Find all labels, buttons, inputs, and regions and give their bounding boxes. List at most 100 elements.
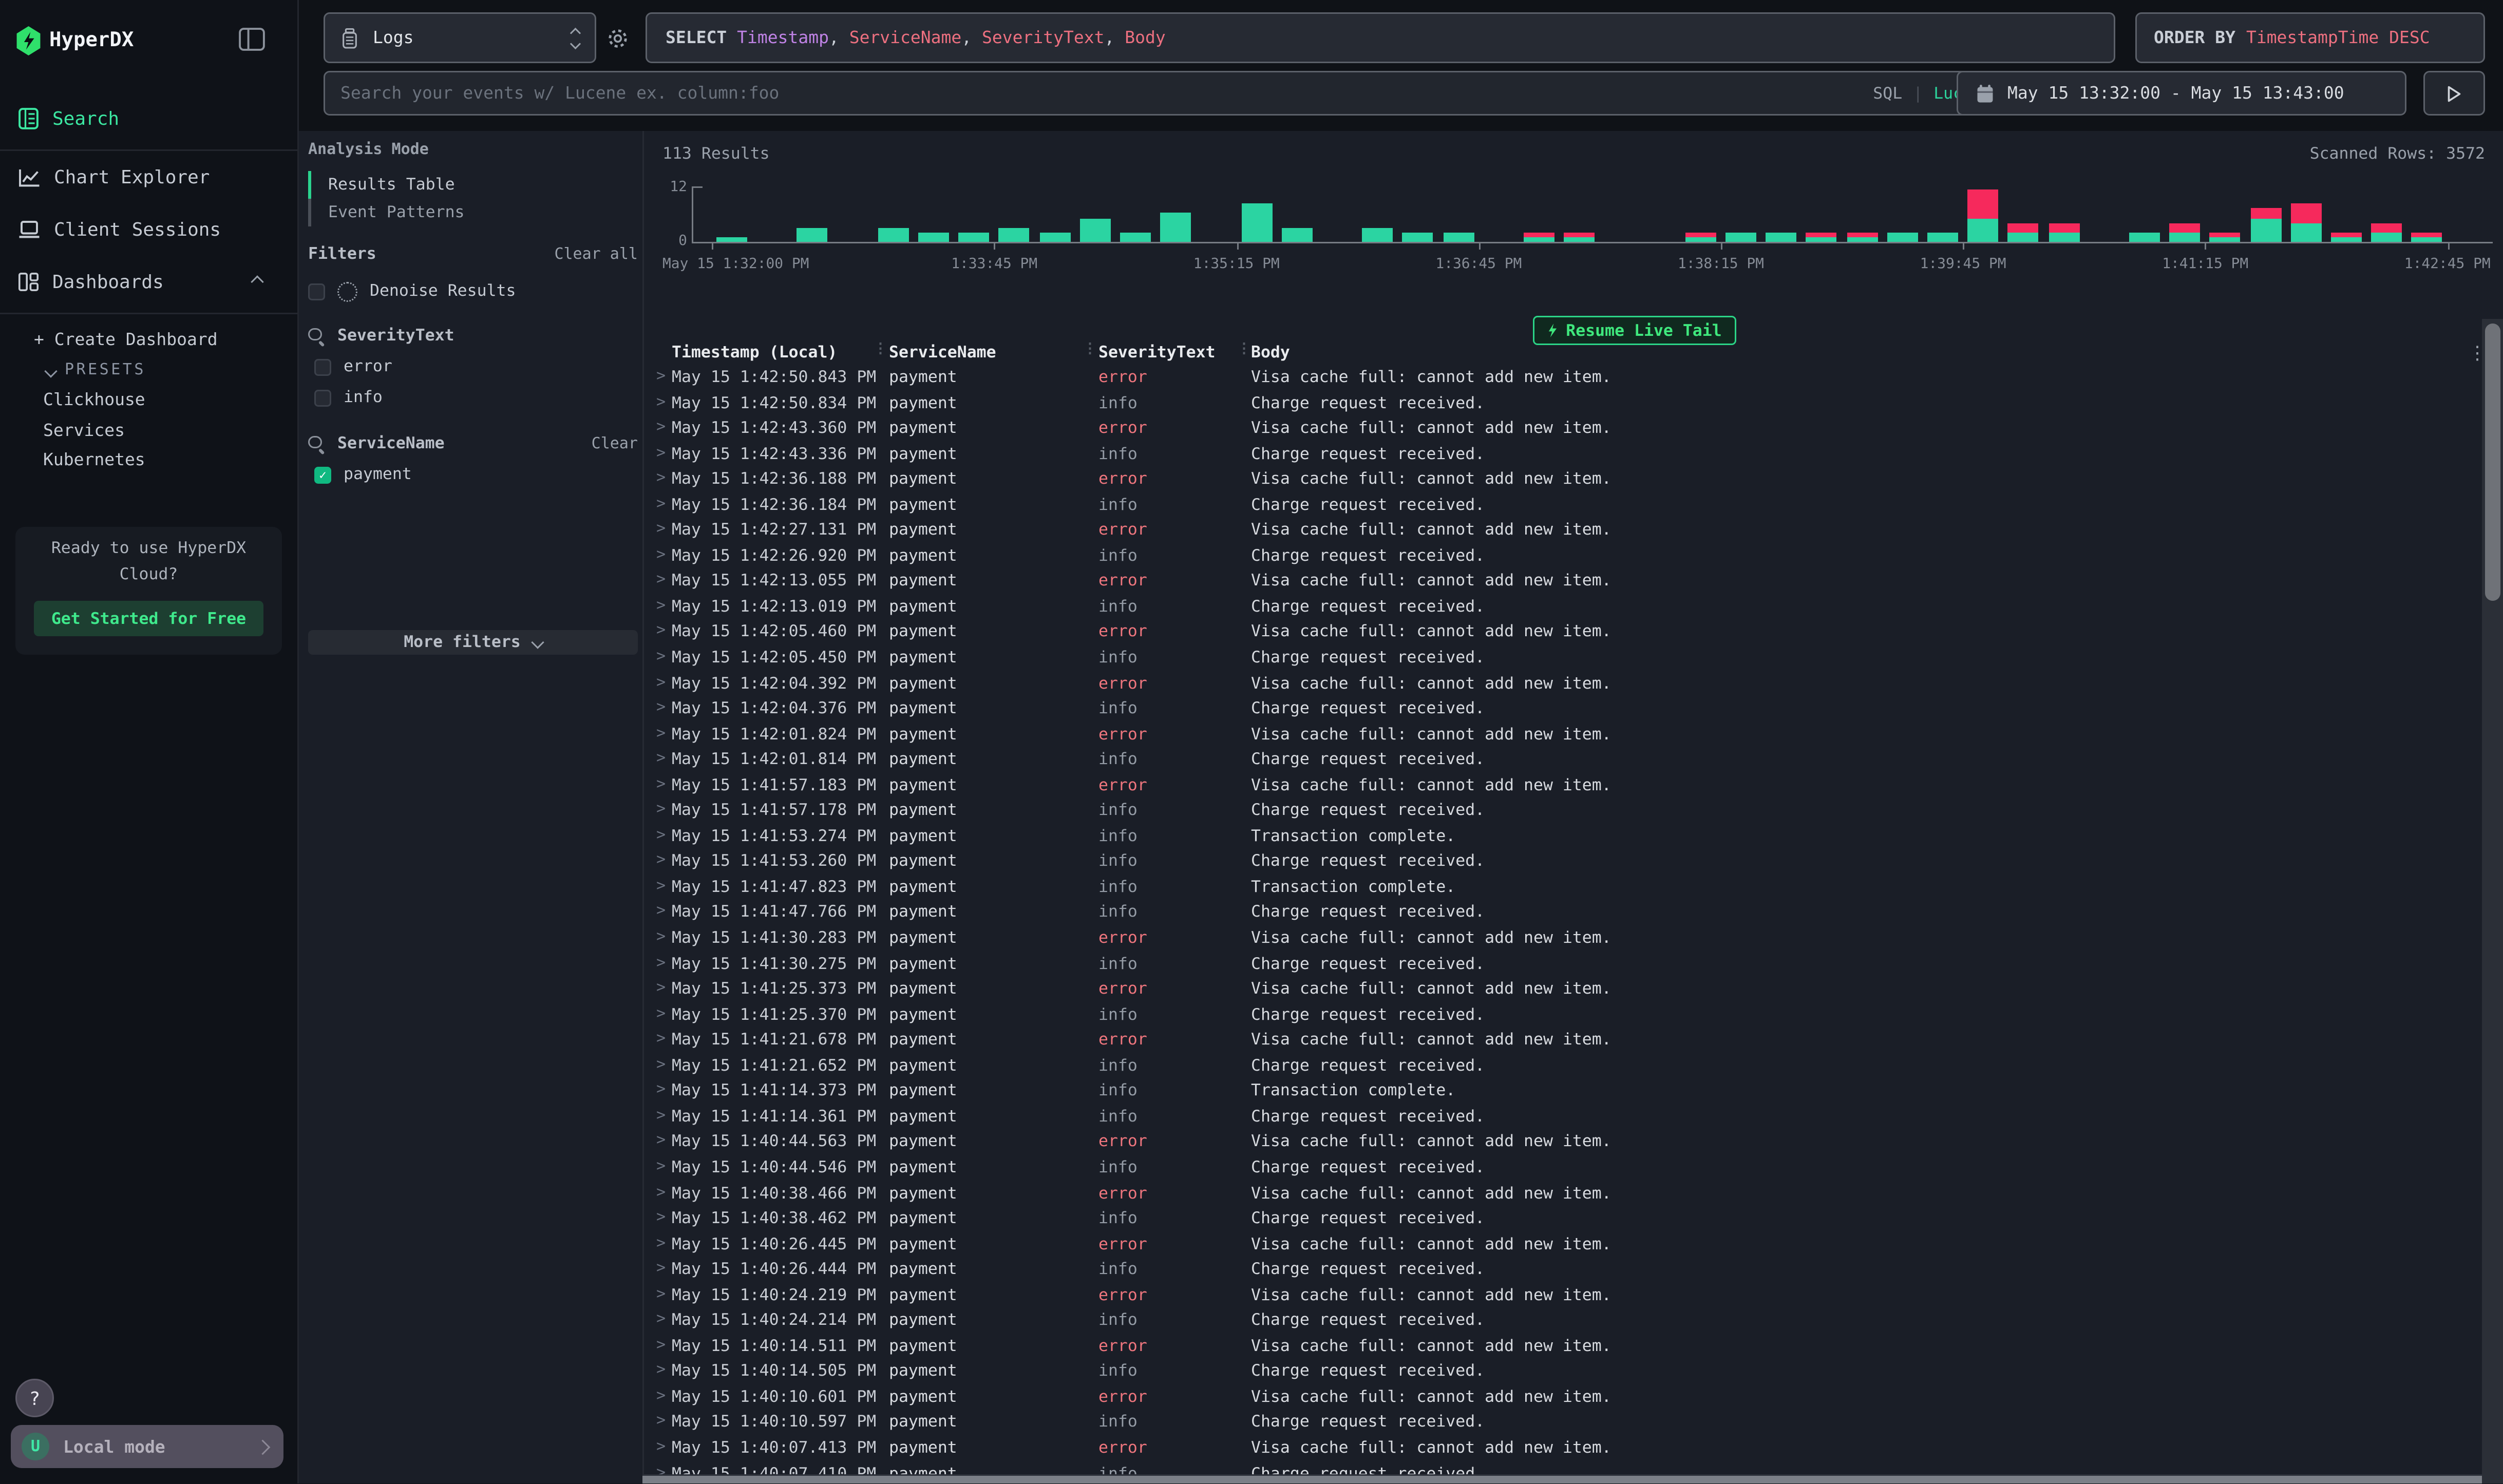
chart-bar[interactable] <box>2250 208 2281 242</box>
table-row[interactable]: >May 15 1:41:14.361 PMpaymentinfoCharge … <box>642 1105 2482 1131</box>
chart-bar[interactable] <box>959 232 990 242</box>
chart-bar[interactable] <box>1766 232 1797 242</box>
table-row[interactable]: >May 15 1:40:44.546 PMpaymentinfoCharge … <box>642 1156 2482 1182</box>
chart-bar[interactable] <box>1362 227 1393 242</box>
row-expand-icon[interactable]: > <box>656 470 666 487</box>
chart-bar[interactable] <box>2210 232 2241 242</box>
presets-toggle[interactable]: PRESETS <box>46 362 146 379</box>
table-row[interactable]: >May 15 1:41:21.678 PMpaymenterrorVisa c… <box>642 1029 2482 1054</box>
row-expand-icon[interactable]: > <box>656 649 666 665</box>
chart-bar[interactable] <box>999 227 1030 242</box>
vertical-scrollbar-thumb[interactable] <box>2485 324 2500 601</box>
chart-bar[interactable] <box>1079 218 1110 242</box>
col-header-body[interactable]: Body <box>1251 344 1290 362</box>
column-separator[interactable]: ⋮ <box>1083 342 1097 357</box>
chart-bar[interactable] <box>2170 223 2201 242</box>
col-header-timestamp[interactable]: Timestamp (Local) <box>672 344 837 362</box>
chart-bar[interactable] <box>1241 204 1272 242</box>
checkbox[interactable]: ✓ <box>314 466 331 483</box>
row-expand-icon[interactable]: > <box>656 598 666 615</box>
run-query-button[interactable] <box>2423 71 2485 116</box>
row-expand-icon[interactable]: > <box>656 980 666 997</box>
denoise-checkbox[interactable] <box>308 283 325 300</box>
denoise-filter[interactable]: Denoise Results <box>308 279 638 303</box>
table-row[interactable]: >May 15 1:42:01.814 PMpaymentinfoCharge … <box>642 748 2482 774</box>
row-expand-icon[interactable]: > <box>656 1158 666 1175</box>
chart-bar[interactable] <box>2049 223 2079 242</box>
row-expand-icon[interactable]: > <box>656 394 666 411</box>
sidebar-item-client-sessions[interactable]: Client Sessions <box>0 213 297 246</box>
row-expand-icon[interactable]: > <box>656 521 666 538</box>
chart-bar[interactable] <box>1685 232 1716 242</box>
get-started-button[interactable]: Get Started for Free <box>34 601 263 636</box>
table-row[interactable]: >May 15 1:40:24.219 PMpaymenterrorVisa c… <box>642 1284 2482 1309</box>
row-expand-icon[interactable]: > <box>656 1439 666 1456</box>
mode-event-patterns[interactable]: Event Patterns <box>308 199 638 226</box>
row-expand-icon[interactable]: > <box>656 1108 666 1125</box>
table-row[interactable]: >May 15 1:40:24.214 PMpaymentinfoCharge … <box>642 1309 2482 1335</box>
sql-mode-toggle[interactable]: SQL <box>1873 84 1902 103</box>
table-row[interactable]: >May 15 1:42:43.360 PMpaymenterrorVisa c… <box>642 417 2482 443</box>
col-header-severitytext[interactable]: SeverityText <box>1098 344 1216 362</box>
clear-all-button[interactable]: Clear all <box>554 246 638 263</box>
row-expand-icon[interactable]: > <box>656 955 666 972</box>
table-row[interactable]: >May 15 1:41:53.274 PMpaymentinfoTransac… <box>642 825 2482 850</box>
table-row[interactable]: >May 15 1:41:47.823 PMpaymentinfoTransac… <box>642 876 2482 901</box>
search-input[interactable]: Search your events w/ Lucene ex. column:… <box>324 71 2009 116</box>
more-filters-button[interactable]: More filters <box>308 630 638 654</box>
row-expand-icon[interactable]: > <box>656 1464 666 1474</box>
row-expand-icon[interactable]: > <box>656 419 666 436</box>
row-expand-icon[interactable]: > <box>656 1362 666 1379</box>
row-expand-icon[interactable]: > <box>656 802 666 819</box>
time-range-picker[interactable]: May 15 13:32:00 - May 15 13:43:00 <box>1957 71 2406 116</box>
table-row[interactable]: >May 15 1:41:25.373 PMpaymenterrorVisa c… <box>642 978 2482 1003</box>
chart-bar[interactable] <box>1443 232 1474 242</box>
sidebar-item-dashboards[interactable]: Dashboards <box>0 265 297 299</box>
table-row[interactable]: >May 15 1:42:13.055 PMpaymenterrorVisa c… <box>642 570 2482 596</box>
row-expand-icon[interactable]: > <box>656 368 666 385</box>
row-expand-icon[interactable]: > <box>656 1031 666 1048</box>
table-row[interactable]: >May 15 1:41:57.183 PMpaymenterrorVisa c… <box>642 774 2482 800</box>
column-separator[interactable]: ⋮ <box>1237 342 1251 357</box>
row-expand-icon[interactable]: > <box>656 572 666 589</box>
table-row[interactable]: >May 15 1:41:30.283 PMpaymenterrorVisa c… <box>642 927 2482 953</box>
table-row[interactable]: >May 15 1:41:53.260 PMpaymentinfoCharge … <box>642 850 2482 876</box>
checkbox[interactable] <box>314 358 331 375</box>
chart-bar[interactable] <box>918 232 949 242</box>
row-expand-icon[interactable]: > <box>656 1082 666 1099</box>
chart-bar[interactable] <box>1725 232 1756 242</box>
table-row[interactable]: >May 15 1:42:05.460 PMpaymenterrorVisa c… <box>642 621 2482 646</box>
checkbox[interactable] <box>314 389 331 406</box>
chart-bar[interactable] <box>1927 232 1958 242</box>
filter-option-payment[interactable]: ✓payment <box>308 462 638 487</box>
table-row[interactable]: >May 15 1:40:14.505 PMpaymentinfoCharge … <box>642 1360 2482 1385</box>
chart-bar[interactable] <box>878 227 908 242</box>
table-row[interactable]: >May 15 1:41:57.178 PMpaymentinfoCharge … <box>642 799 2482 825</box>
row-expand-icon[interactable]: > <box>656 751 666 768</box>
help-button[interactable]: ? <box>15 1379 54 1417</box>
row-expand-icon[interactable]: > <box>656 903 666 920</box>
sidebar-item-chart-explorer[interactable]: Chart Explorer <box>0 160 297 194</box>
chart-bar[interactable] <box>1847 232 1878 242</box>
horizontal-scrollbar-thumb[interactable] <box>642 1475 2482 1484</box>
chart-bar[interactable] <box>2290 204 2321 242</box>
table-row[interactable]: >May 15 1:42:50.843 PMpaymenterrorVisa c… <box>642 366 2482 392</box>
chart-bar[interactable] <box>1039 232 1070 242</box>
chart-bar[interactable] <box>2372 223 2402 242</box>
row-expand-icon[interactable]: > <box>656 496 666 512</box>
chart-bar[interactable] <box>1161 213 1191 242</box>
table-row[interactable]: >May 15 1:40:38.462 PMpaymentinfoCharge … <box>642 1207 2482 1233</box>
row-expand-icon[interactable]: > <box>656 1056 666 1073</box>
table-row[interactable]: >May 15 1:40:26.445 PMpaymenterrorVisa c… <box>642 1232 2482 1258</box>
mode-results-table[interactable]: Results Table <box>308 171 638 199</box>
table-row[interactable]: >May 15 1:42:27.131 PMpaymenterrorVisa c… <box>642 519 2482 544</box>
chart-bar[interactable] <box>2129 232 2160 242</box>
chart-bar[interactable] <box>1281 227 1312 242</box>
table-row[interactable]: >May 15 1:42:05.450 PMpaymentinfoCharge … <box>642 646 2482 672</box>
filter-clear-button[interactable]: Clear <box>592 435 638 452</box>
row-expand-icon[interactable]: > <box>656 623 666 640</box>
row-expand-icon[interactable]: > <box>656 1235 666 1252</box>
row-expand-icon[interactable]: > <box>656 1260 666 1277</box>
chart-bar[interactable] <box>716 237 747 242</box>
vertical-scrollbar[interactable] <box>2482 319 2503 1484</box>
